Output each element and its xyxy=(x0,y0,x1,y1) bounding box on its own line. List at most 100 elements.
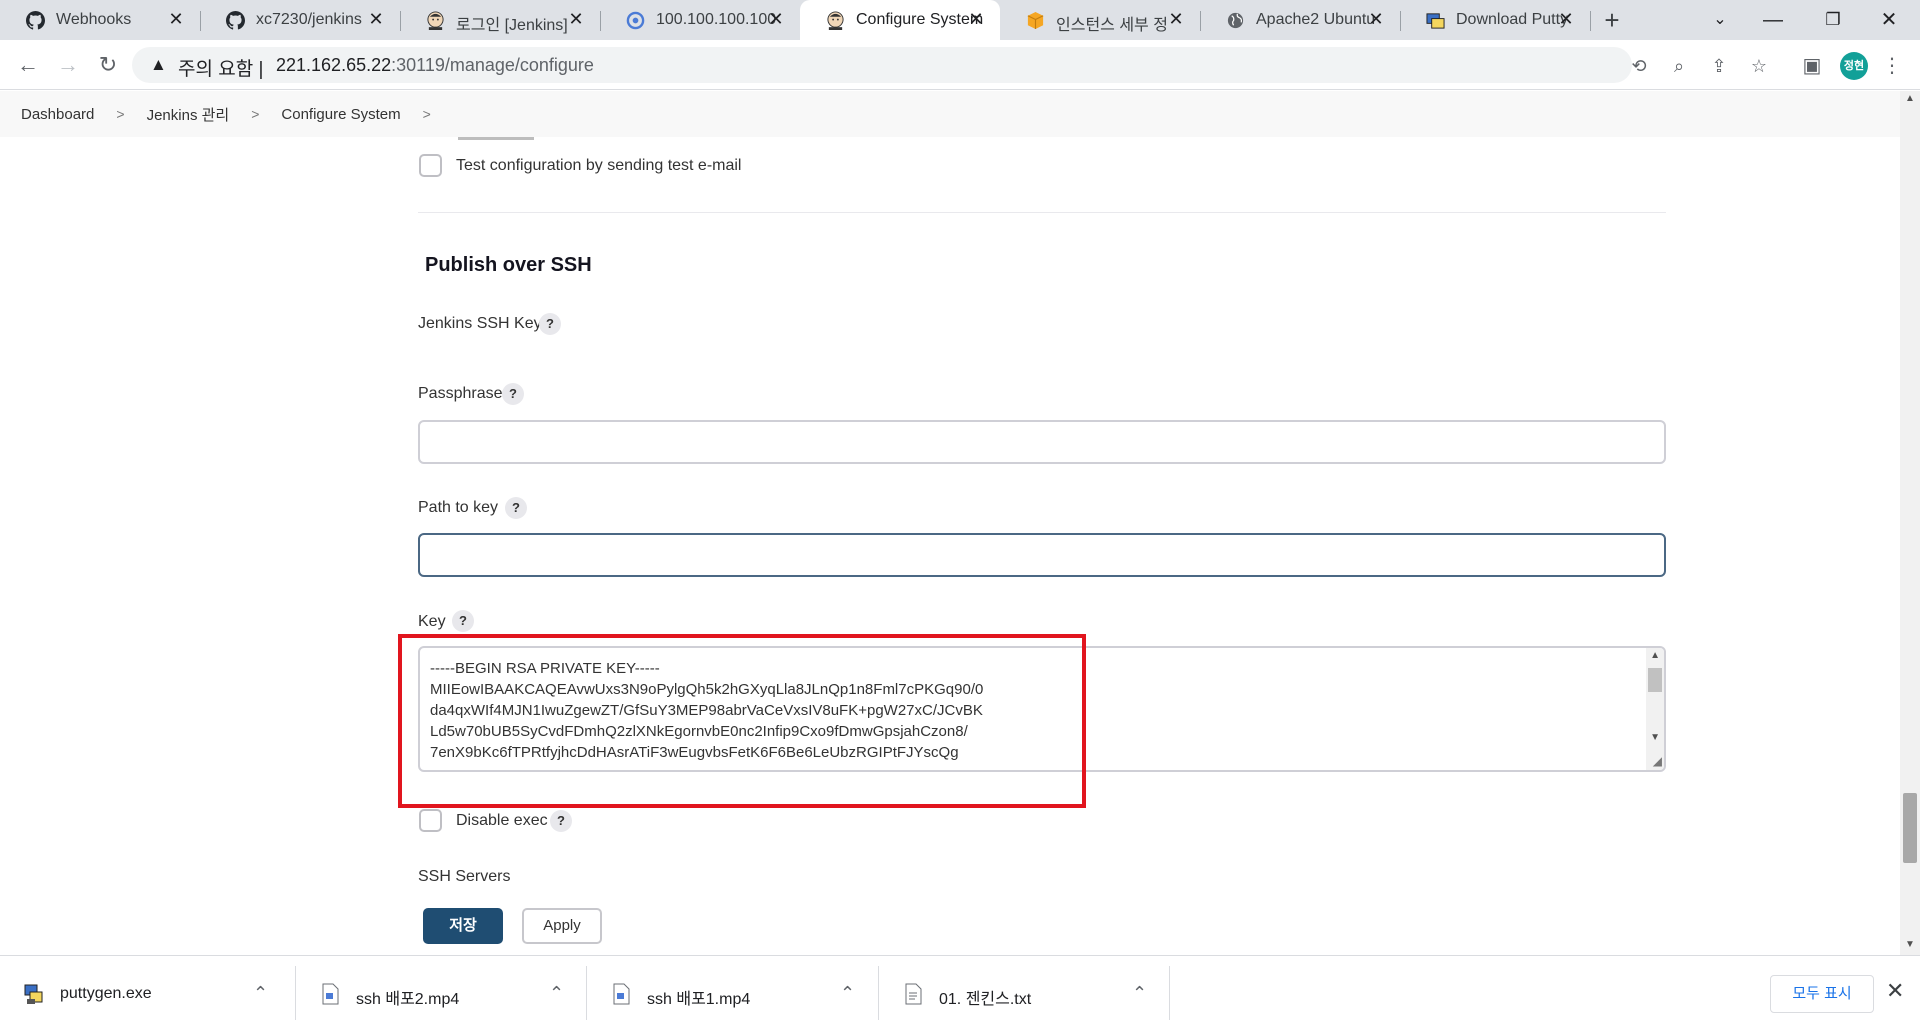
close-icon[interactable]: ✕ xyxy=(366,9,386,29)
download-filename: puttygen.exe xyxy=(60,985,152,1002)
tab-title: 인스턴스 세부 정 xyxy=(1056,17,1168,34)
jenkins-ssh-key-label: Jenkins SSH Key xyxy=(418,315,542,332)
scroll-down-arrow-icon[interactable]: ▼ xyxy=(1905,939,1915,950)
download-filename: 01. 젠킨스.txt xyxy=(939,991,1032,1008)
close-icon[interactable]: ✕ xyxy=(966,9,986,29)
minimize-icon[interactable]: — xyxy=(1750,4,1796,36)
breadcrumb: Dashboard > Jenkins 관리 > Configure Syste… xyxy=(0,91,1900,137)
disable-exec-checkbox[interactable] xyxy=(419,809,442,832)
address-bar[interactable]: ▲ 주의 요함 | 221.162.65.22:30119/manage/con… xyxy=(132,47,1767,83)
scroll-up-arrow-icon[interactable]: ▲ xyxy=(1650,650,1660,661)
scroll-down-arrow-icon[interactable]: ▼ xyxy=(1650,732,1660,743)
download-filename: ssh 배포1.mp4 xyxy=(647,991,751,1008)
tab-instance-details[interactable]: 인스턴스 세부 정 ✕ xyxy=(1000,0,1200,40)
section-divider xyxy=(418,212,1666,213)
help-icon[interactable]: ? xyxy=(539,313,561,335)
tab-apache2-ubuntu[interactable]: Apache2 Ubuntu ✕ xyxy=(1200,0,1400,40)
loading-icon xyxy=(626,11,645,30)
breadcrumb-configure-system[interactable]: Configure System xyxy=(281,106,400,123)
apply-button[interactable]: Apply xyxy=(522,908,602,944)
scrollbar-thumb[interactable] xyxy=(1648,668,1662,692)
download-item-ssh-deploy2[interactable]: ssh 배포2.mp4 ⌃ xyxy=(296,968,587,1022)
tab-webhooks[interactable]: Webhooks ✕ xyxy=(0,0,200,40)
save-button[interactable]: 저장 xyxy=(423,908,503,944)
close-icon[interactable]: ✕ xyxy=(1166,9,1186,29)
download-item-ssh-deploy1[interactable]: ssh 배포1.mp4 ⌃ xyxy=(587,968,878,1022)
tab-search-chevron-icon[interactable]: ⌄ xyxy=(1697,4,1743,36)
tab-xc7230-jenkins[interactable]: xc7230/jenkins ✕ xyxy=(200,0,400,40)
passphrase-input[interactable] xyxy=(418,420,1666,464)
page-scrollbar[interactable]: ▲ ▼ xyxy=(1900,91,1920,955)
close-icon[interactable]: ✕ xyxy=(766,9,786,29)
help-icon[interactable]: ? xyxy=(502,383,524,405)
profile-avatar[interactable]: 정현 xyxy=(1840,52,1868,80)
download-item-puttygen[interactable]: puttygen.exe ⌃ xyxy=(0,968,291,1022)
more-menu-icon[interactable]: ⋮ xyxy=(1878,52,1906,80)
video-file-icon xyxy=(322,983,339,1005)
github-icon xyxy=(226,11,245,30)
security-label[interactable]: 주의 요함 | xyxy=(178,54,263,81)
chevron-up-icon[interactable]: ⌃ xyxy=(253,983,268,1004)
breadcrumb-jenkins-manage[interactable]: Jenkins 관리 xyxy=(147,104,230,125)
breadcrumb-dashboard[interactable]: Dashboard xyxy=(21,106,94,123)
forward-arrow-icon[interactable]: → xyxy=(52,49,84,81)
reload-icon[interactable]: ↻ xyxy=(92,49,124,81)
close-icon[interactable]: ✕ xyxy=(1366,9,1386,29)
bookmark-star-icon[interactable]: ☆ xyxy=(1747,54,1771,78)
download-filename: ssh 배포2.mp4 xyxy=(356,991,460,1008)
zoom-icon[interactable]: ⌕ xyxy=(1667,54,1691,78)
restore-icon[interactable]: ❐ xyxy=(1810,4,1856,36)
tab-configure-system[interactable]: Configure System ✕ xyxy=(800,0,1000,40)
key-label: Key xyxy=(418,613,446,630)
page-scrollbar-thumb[interactable] xyxy=(1903,793,1917,863)
annotation-highlight-box xyxy=(398,634,1086,808)
chevron-up-icon[interactable]: ⌃ xyxy=(549,983,564,1004)
resize-grip-icon[interactable]: ◢ xyxy=(1653,754,1662,768)
help-icon[interactable]: ? xyxy=(505,497,527,519)
share-icon[interactable]: ⇪ xyxy=(1707,54,1731,78)
path-to-key-input[interactable] xyxy=(418,533,1666,577)
tab-title: xc7230/jenkins xyxy=(256,11,362,28)
side-panel-icon[interactable]: ▣ xyxy=(1798,52,1826,80)
tab-title: 로그인 [Jenkins] xyxy=(456,17,568,34)
tab-strip: Webhooks ✕ xc7230/jenkins ✕ 로그인 [Jenkins… xyxy=(0,0,1920,40)
url-host: 221.162.65.22 xyxy=(276,55,392,75)
url-path: :30119/manage/configure xyxy=(391,55,594,75)
translate-icon[interactable]: ⟲ xyxy=(1627,54,1651,78)
globe-icon xyxy=(1227,12,1244,29)
test-email-label: Test configuration by sending test e-mai… xyxy=(456,157,742,174)
breadcrumb-chevron-icon: > xyxy=(116,106,125,122)
close-icon[interactable]: ✕ xyxy=(1556,9,1576,29)
tab-title: Apache2 Ubuntu xyxy=(1256,11,1376,28)
jenkins-icon xyxy=(827,11,844,30)
new-tab-plus-icon[interactable]: + xyxy=(1598,6,1626,34)
ssh-servers-label: SSH Servers xyxy=(418,868,511,885)
breadcrumb-chevron-icon: > xyxy=(251,106,260,122)
tab-jenkins-login[interactable]: 로그인 [Jenkins] ✕ xyxy=(400,0,600,40)
url-text[interactable]: 221.162.65.22:30119/manage/configure xyxy=(276,55,594,76)
tab-download-putty[interactable]: Download Putty ✕ xyxy=(1400,0,1590,40)
window-close-icon[interactable]: ✕ xyxy=(1866,4,1912,36)
help-icon[interactable]: ? xyxy=(550,810,572,832)
help-icon[interactable]: ? xyxy=(452,610,474,632)
previous-button-edge xyxy=(458,137,534,140)
back-arrow-icon[interactable]: ← xyxy=(12,49,44,81)
scroll-up-arrow-icon[interactable]: ▲ xyxy=(1905,93,1915,104)
show-all-downloads-button[interactable]: 모두 표시 xyxy=(1770,975,1874,1013)
passphrase-label: Passphrase xyxy=(418,385,503,402)
section-title-publish-over-ssh: Publish over SSH xyxy=(425,254,592,276)
chevron-up-icon[interactable]: ⌃ xyxy=(1132,983,1147,1004)
warning-triangle-icon[interactable]: ▲ xyxy=(150,55,167,75)
chevron-up-icon[interactable]: ⌃ xyxy=(840,983,855,1004)
download-item-jenkins-txt[interactable]: 01. 젠킨스.txt ⌃ xyxy=(879,968,1170,1022)
jenkins-icon xyxy=(427,11,444,30)
close-icon[interactable]: ✕ xyxy=(566,9,586,29)
test-email-checkbox[interactable] xyxy=(419,154,442,177)
text-file-icon xyxy=(905,983,922,1005)
tab-title: Configure System xyxy=(856,11,984,28)
breadcrumb-chevron-icon[interactable]: > xyxy=(423,106,431,122)
close-icon[interactable]: ✕ xyxy=(1886,978,1904,1004)
textarea-scrollbar[interactable]: ▲ ▼ xyxy=(1646,648,1664,770)
tab-100-100[interactable]: 100.100.100.100 ✕ xyxy=(600,0,800,40)
close-icon[interactable]: ✕ xyxy=(166,9,186,29)
